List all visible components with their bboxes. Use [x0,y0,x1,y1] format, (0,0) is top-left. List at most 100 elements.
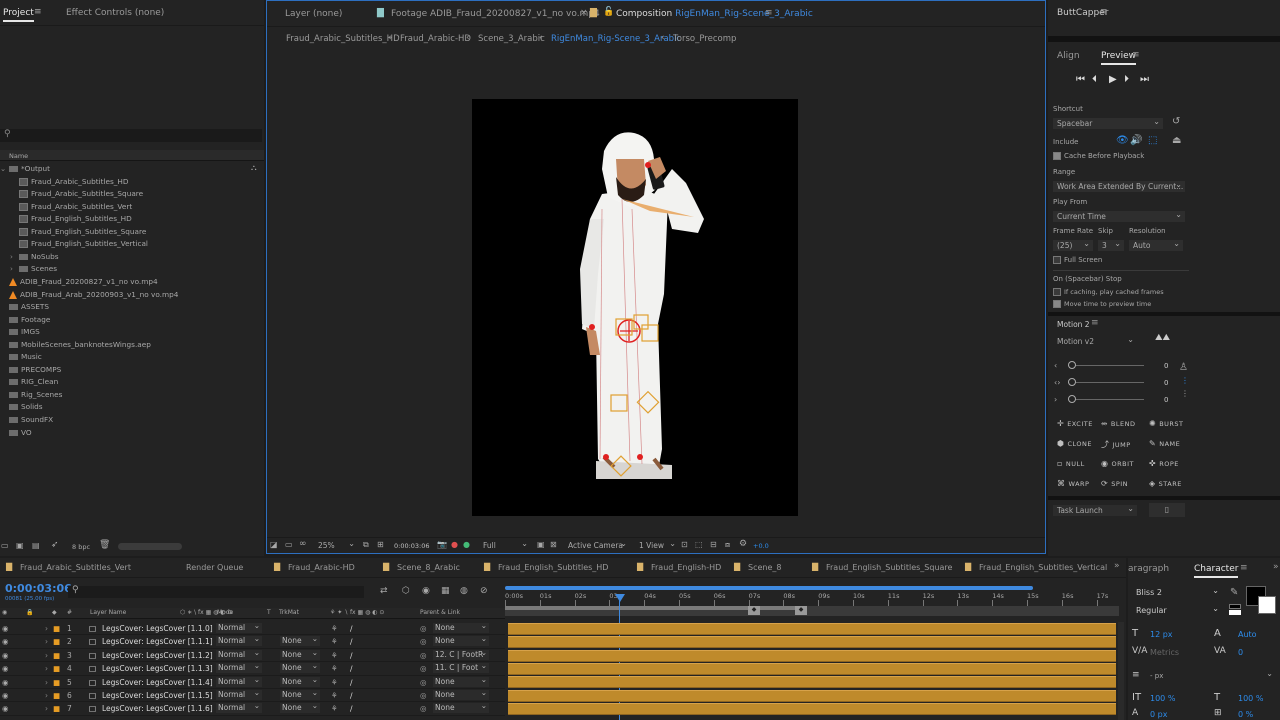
project-item[interactable]: IMGS [0,327,40,336]
trash-icon[interactable]: 🗑 [99,540,110,550]
frame-blend-icon[interactable]: ▦ [441,586,450,596]
project-item[interactable]: SoundFX [0,415,53,424]
eye-icon[interactable]: ◉ [2,651,9,660]
fx-switch-icon[interactable]: ∕ [350,704,353,713]
parent-pickwhip-icon[interactable]: ◎ [420,691,427,700]
project-item[interactable]: Fraud_English_Subtitles_Vertical [10,239,148,249]
project-item[interactable]: Fraud_English_Subtitles_Square [10,227,146,236]
layer-row[interactable]: ◉ › ■ 5 □ LegsCover: LegsCover [1.1.4] ⚘ ∕ ◎ Norm… [0,675,505,689]
blend-mode-select[interactable]: Normal ⌄ [216,701,262,714]
blend-mode-select[interactable]: Normal ⌄ [216,648,262,660]
tracking-value[interactable]: 0 [1238,648,1243,657]
trkmat-select[interactable]: None ⌄ [280,701,320,714]
cache-before-checkbox[interactable]: Cache Before Playback [1053,152,1144,160]
layer-row[interactable]: ◉ › ■ 7 □ LegsCover: LegsCover [1.1.6] ⚘ ∕ ◎ Norm… [0,701,505,716]
handle-icon[interactable]: ⋮ [1181,376,1189,385]
motion-button-name[interactable]: ✎ NAME [1149,439,1180,448]
motion-button-stare[interactable]: ◈ STARE [1149,479,1182,488]
disclosure-icon[interactable]: › [10,252,19,261]
work-area-bar[interactable] [505,586,1033,590]
motion-button-excite[interactable]: ✛ EXCITE [1057,419,1093,428]
tab-layer[interactable]: Layer (none) [285,9,342,19]
project-item[interactable]: MobileScenes_banknotesWings.aep [0,340,151,349]
graph-editor-icon[interactable]: ⊘ [480,586,488,596]
shy-switch-icon[interactable]: ⚘ [331,678,338,687]
parent-pickwhip-icon[interactable]: ◎ [420,624,427,633]
timeline-tab[interactable]: Fraud_Arabic_Subtitles_Vert [20,563,131,572]
fx-switch-icon[interactable]: ∕ [350,678,353,687]
slider-2-value[interactable]: 0 [1164,379,1168,387]
shy-switch-icon[interactable]: ⚘ [331,664,338,673]
output-icon[interactable]: ⏏ [1172,135,1181,146]
flow-icon[interactable]: ⊟ [710,540,717,549]
fx-switch-icon[interactable]: ∕ [350,664,353,673]
full-screen-checkbox[interactable]: Full Screen [1053,256,1102,264]
fx-switch-icon[interactable]: ∕ [350,651,353,660]
font-size-value[interactable]: 12 px [1150,630,1173,639]
timeline-timecode[interactable]: 0:00:03:06 [5,582,72,595]
parent-select[interactable]: None ⌄ [433,634,489,647]
layer-duration-bar[interactable] [508,636,1116,649]
motion-button-null[interactable]: ▫ NULL [1057,459,1085,468]
motion-button-orbit[interactable]: ◉ ORBIT [1101,459,1134,468]
slider-2[interactable] [1068,382,1144,383]
hamburger-icon[interactable]: ≡ [1132,50,1140,60]
breadcrumb-item[interactable]: Fraud_Arabic_Subtitles_HD [286,34,400,44]
font-family-select[interactable]: Bliss 2 [1132,585,1222,598]
expand-icon[interactable]: › [45,664,48,673]
tab-effect-controls[interactable]: Effect Controls (none) [66,8,164,18]
blend-mode-select[interactable]: Normal ⌄ [216,688,262,700]
shy-switch-icon[interactable]: ⚘ [331,691,338,700]
grid-icon[interactable]: ⊞ [377,540,384,549]
region-icon[interactable]: ▣ [537,540,545,549]
layer-row[interactable]: ◉ › ■ 1 □ LegsCover: LegsCover [1.1.0] ⚘ ∕ ◎ Norm… [0,621,505,636]
layer-row[interactable]: ◉ › ■ 6 □ LegsCover: LegsCover [1.1.5] ⚘ ∕ ◎ Norm… [0,688,505,703]
layer-duration-bar[interactable] [508,622,1116,635]
move-time-checkbox[interactable]: Move time to preview time [1053,300,1151,308]
project-item[interactable]: Fraud_Arabic_Subtitles_Square [10,189,143,199]
resolution-select[interactable]: Full [479,538,531,551]
eyedropper-icon[interactable]: ✎ [1230,587,1238,598]
horizontal-scale-value[interactable]: 100 % [1238,694,1263,703]
layer-duration-bar[interactable] [508,676,1116,689]
next-frame-icon[interactable]: ⏵ [1124,74,1129,85]
toggle-icon[interactable]: ⊡ [681,540,688,549]
blend-mode-select[interactable]: Normal ⌄ [216,675,262,687]
parent-pickwhip-icon[interactable]: ◎ [420,704,427,713]
figure-icon[interactable]: ♙ [1179,362,1188,373]
slider-3-knob[interactable] [1068,395,1076,403]
eye-icon[interactable]: ◉ [2,664,9,673]
blend-mode-select[interactable]: Normal ⌄ [216,621,262,633]
name-column-header[interactable]: Name [9,152,28,160]
project-search[interactable]: ⚲ [0,129,262,142]
fx-switch-icon[interactable]: ∕ [350,691,353,700]
timeline-tab[interactable]: Scene_8 [748,563,781,572]
flow-icon[interactable]: ➶ [51,540,59,550]
kerning-value[interactable]: Metrics [1150,648,1179,657]
project-item[interactable]: ASSETS [0,302,49,311]
motion-version-select[interactable]: Motion v2 [1053,334,1137,347]
monitor-icon[interactable]: ▭ [285,540,293,549]
trkmat-select[interactable]: None ⌄ [280,688,320,700]
layer-name[interactable]: LegsCover: LegsCover [1.1.1] [102,637,213,646]
shy-switch-icon[interactable]: ⚘ [331,637,338,646]
project-item[interactable]: › Scenes [10,264,57,273]
eye-icon[interactable]: ◉ [2,637,9,646]
view-select[interactable]: 1 View [635,538,679,551]
frame-rate-select[interactable]: (25) [1053,238,1093,251]
leading-value[interactable]: Auto [1238,630,1257,639]
tab-character[interactable]: Character [1194,564,1239,578]
timeline-tab[interactable]: Fraud_English_Subtitles_HD [498,563,608,572]
hamburger-icon[interactable]: ≡ [765,8,773,18]
shy-icon[interactable]: ◉ [422,586,430,596]
expand-icon[interactable]: › [45,637,48,646]
trkmat-select[interactable]: None ⌄ [280,648,320,660]
slider-3[interactable] [1068,399,1144,400]
motion-blur-icon[interactable]: ◍ [460,586,468,596]
parent-header[interactable]: Parent & Link [420,609,460,616]
project-item[interactable]: Fraud_Arabic_Subtitles_Vert [10,202,132,211]
eye-icon[interactable]: ◉ [2,678,9,687]
shy-switch-icon[interactable]: ⚘ [331,651,338,660]
timeline-tab[interactable]: Scene_8_Arabic [397,563,460,572]
layer-name[interactable]: LegsCover: LegsCover [1.1.4] [102,678,213,687]
